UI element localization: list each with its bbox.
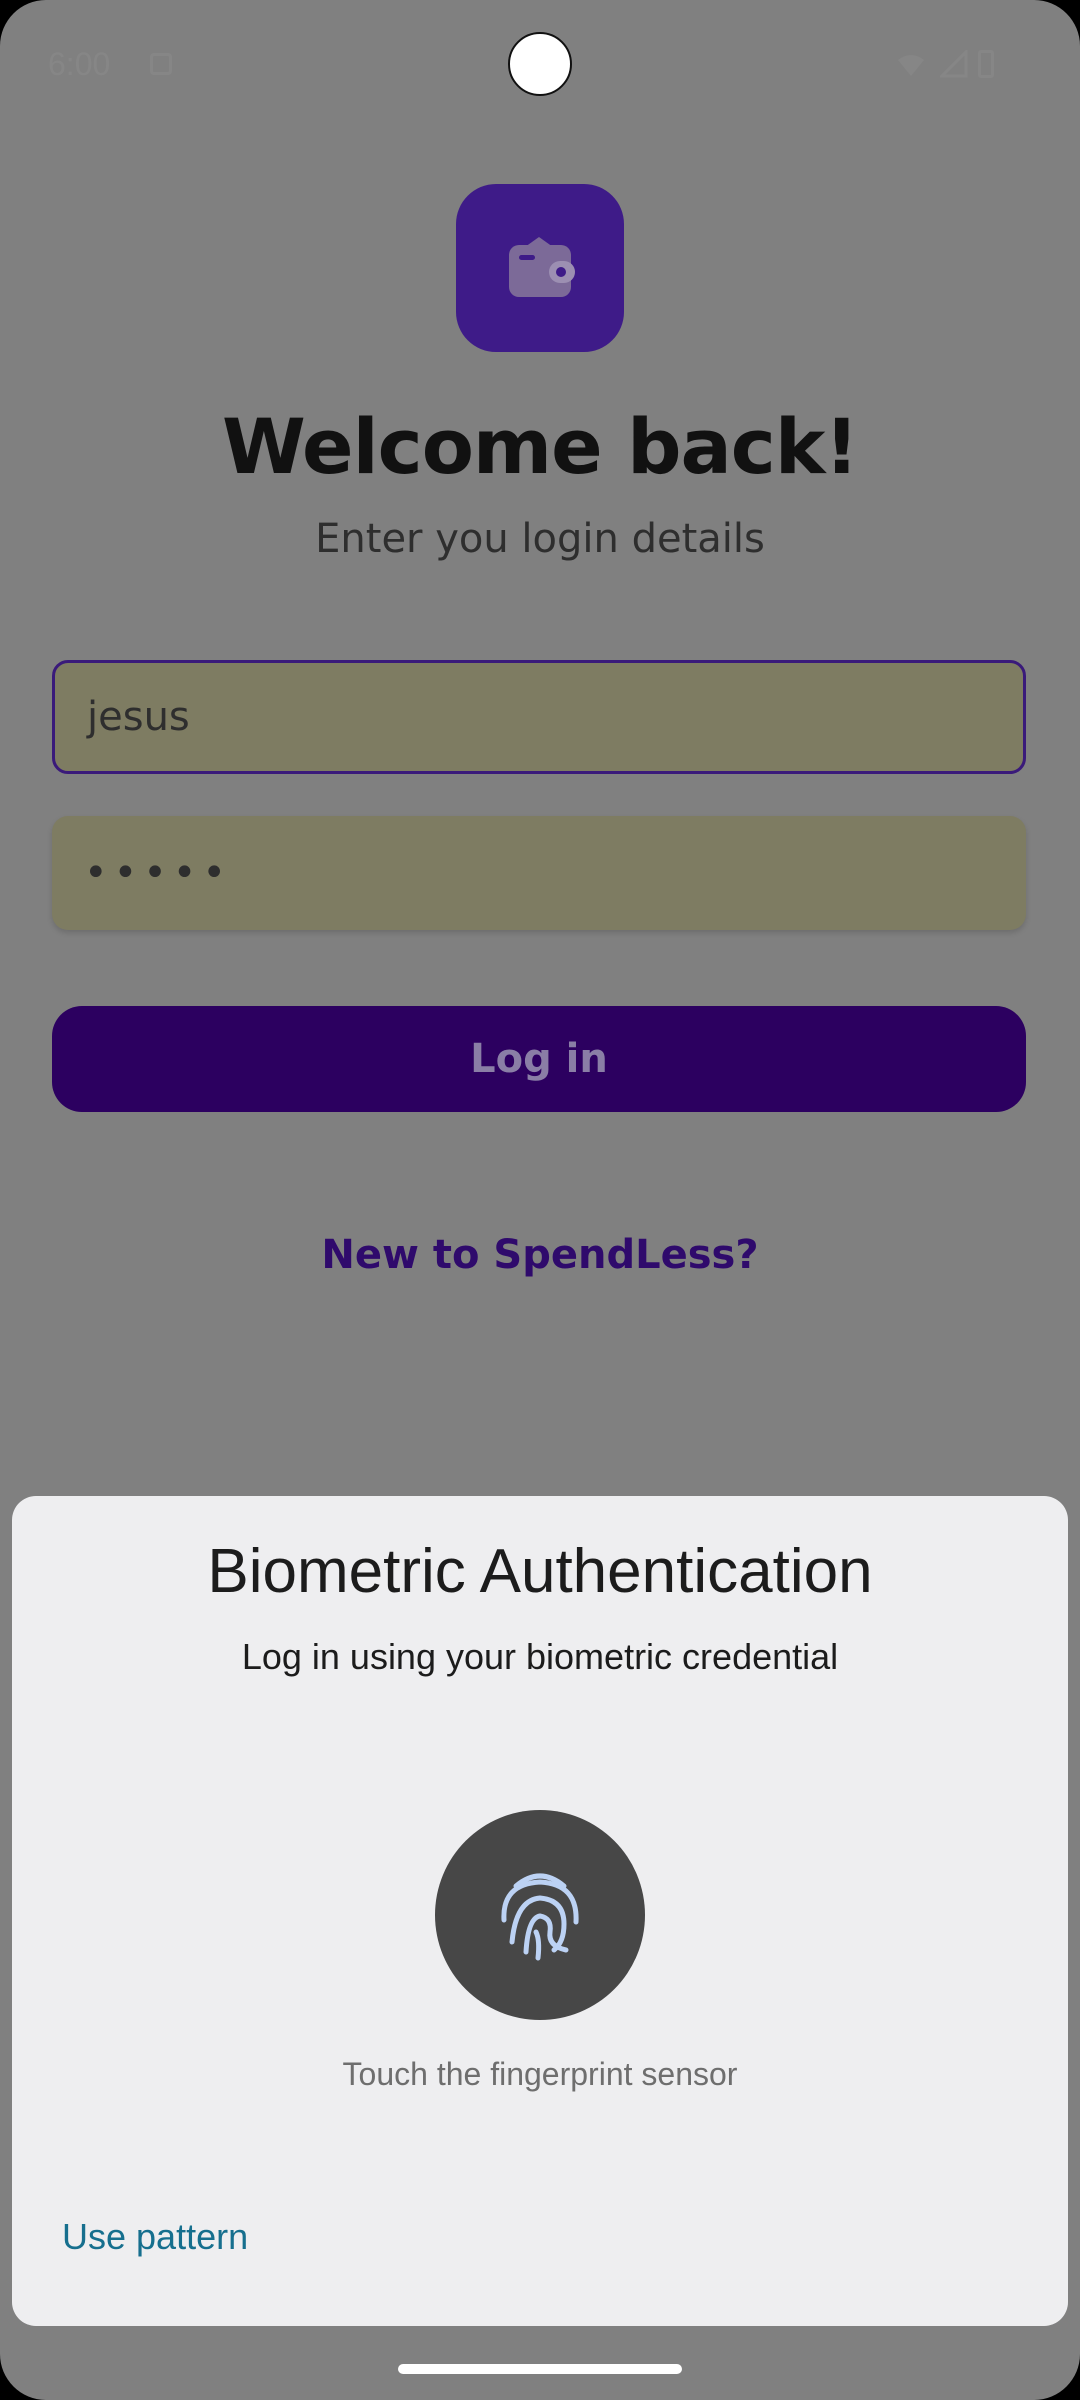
notification-icon (150, 53, 172, 75)
status-bar: 6:00 (0, 0, 1080, 130)
page-title: Welcome back! (221, 402, 859, 491)
status-time: 6:00 (48, 46, 111, 82)
login-button-label: Log in (470, 1036, 608, 1082)
wifi-icon (898, 55, 924, 76)
page-subtitle: Enter you login details (315, 516, 765, 562)
password-field[interactable]: ••••• (52, 816, 1026, 930)
phone-screen: 6:00 Welcome back! Enter you login detai… (0, 0, 1080, 2400)
navigation-handle[interactable] (398, 2364, 682, 2374)
signup-link[interactable]: New to SpendLess? (0, 1232, 1080, 1278)
camera-cutout (508, 32, 572, 96)
login-button[interactable]: Log in (52, 1006, 1026, 1112)
biometric-dialog: Biometric Authentication Log in using yo… (12, 1496, 1068, 2326)
signal-icon (940, 50, 968, 78)
use-pattern-button[interactable]: Use pattern (62, 2216, 248, 2258)
dialog-subtitle: Log in using your biometric credential (241, 1636, 839, 1677)
battery-icon (978, 50, 994, 78)
dialog-title: Biometric Authentication (207, 1537, 873, 1606)
username-field[interactable]: jesus (52, 660, 1026, 774)
password-value: ••••• (84, 850, 232, 896)
fingerprint-icon[interactable] (435, 1810, 645, 2020)
fingerprint-hint: Touch the fingerprint sensor (342, 2056, 738, 2092)
username-value: jesus (87, 694, 190, 740)
wallet-icon (456, 184, 624, 352)
